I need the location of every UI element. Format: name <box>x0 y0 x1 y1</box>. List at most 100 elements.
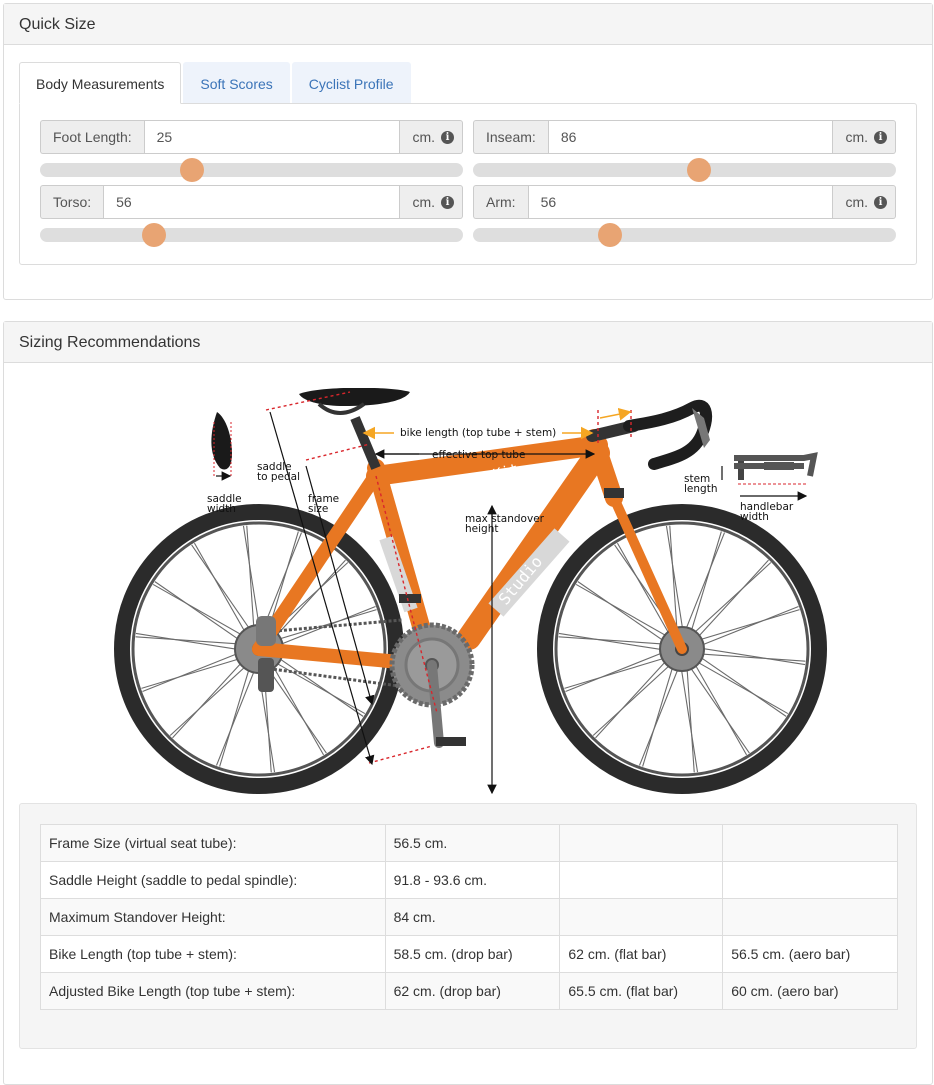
label-stem-length-line2: length <box>684 483 717 495</box>
info-icon[interactable]: i <box>441 130 454 144</box>
pedal <box>436 737 466 746</box>
table-row: Frame Size (virtual seat tube): 56.5 cm. <box>40 824 898 862</box>
foot-length-input-group: Foot Length: cm. i <box>40 120 463 154</box>
row-value: 62 cm. (flat bar) <box>559 935 724 973</box>
arm-input-group: Arm: cm. i <box>473 185 896 219</box>
wheel-spoke <box>687 656 789 715</box>
wheel-spoke <box>141 654 252 689</box>
row-value: 84 cm. <box>384 898 561 936</box>
row-label: Saddle Height (saddle to pedal spindle): <box>40 861 386 899</box>
saddle <box>299 388 410 406</box>
row-value: 56.5 cm. <box>384 824 561 862</box>
row-label: Frame Size (virtual seat tube): <box>40 824 386 862</box>
wheel-spoke <box>135 636 251 646</box>
foot-length-input[interactable] <box>143 120 401 154</box>
pedal <box>399 594 421 603</box>
row-value: 60 cm. (aero bar) <box>722 972 898 1010</box>
wheel-spoke <box>215 658 260 766</box>
arm-slider-thumb[interactable] <box>597 223 622 247</box>
sizing-heading: Sizing Recommendations <box>4 322 932 363</box>
wheel-spoke <box>685 657 695 773</box>
wheel-spoke <box>592 657 679 736</box>
row-label: Adjusted Bike Length (top tube + stem): <box>40 972 386 1010</box>
foot-length-slider[interactable] <box>40 158 463 182</box>
handlebar-inset <box>721 452 818 501</box>
wheel-spoke <box>690 652 806 662</box>
wheel-spoke <box>142 648 250 693</box>
inseam-slider-thumb[interactable] <box>687 158 712 182</box>
table-row: Maximum Standover Height: 84 cm. <box>40 898 898 936</box>
tab-body-measurements[interactable]: Body Measurements <box>19 62 182 104</box>
label-frame-size-line2: size <box>308 503 328 515</box>
label-effective-top-tube: effective top tube <box>432 449 525 461</box>
table-row: Bike Length (top tube + stem): 58.5 cm. … <box>40 935 898 973</box>
arm-input[interactable] <box>527 185 834 219</box>
wheel-spoke <box>691 605 799 650</box>
row-value <box>559 824 724 862</box>
foot-length-unit-text: cm. <box>412 129 435 145</box>
row-value <box>559 898 724 936</box>
arm-unit-text: cm. <box>845 194 868 210</box>
tab-soft-scores[interactable]: Soft Scores <box>183 62 290 104</box>
wheel-spoke <box>642 656 677 767</box>
inseam-input[interactable] <box>547 120 834 154</box>
torso-slider[interactable] <box>40 223 463 247</box>
foot-length-label: Foot Length: <box>40 120 144 154</box>
wheel-spoke <box>558 636 674 646</box>
inseam-slider[interactable] <box>473 158 896 182</box>
label-saddle-to-pedal-line2: to pedal <box>257 471 300 483</box>
wheel-spoke <box>689 654 748 756</box>
quick-size-heading: Quick Size <box>4 4 932 45</box>
label-bike-length: bike length (top tube + stem) <box>400 427 556 439</box>
row-value: 62 cm. (drop bar) <box>384 972 561 1010</box>
wheel-spoke <box>193 542 252 644</box>
tab-cyclist-profile[interactable]: Cyclist Profile <box>291 62 411 104</box>
quick-size-tabs: Body Measurements Soft Scores Cyclist Pr… <box>19 62 413 104</box>
wheel-spoke <box>172 652 251 739</box>
torso-slider-thumb[interactable] <box>142 223 167 247</box>
rear-cassette <box>256 616 276 646</box>
torso-unit: cm. i <box>400 185 463 219</box>
wheel-spoke <box>152 583 254 642</box>
sizing-recommendations-panel: Sizing Recommendations Studio Fit Kit sa… <box>3 321 933 1085</box>
body-measurements-pane: Foot Length: cm. i Inseam: cm. i <box>19 103 917 265</box>
row-value: 56.5 cm. (aero bar) <box>722 935 898 973</box>
wheel-spoke <box>679 658 699 773</box>
row-value <box>722 824 898 862</box>
sizing-summary-well: Frame Size (virtual seat tube): 56.5 cm.… <box>19 803 917 1049</box>
foot-length-field: Foot Length: cm. i <box>40 120 463 182</box>
row-value <box>722 898 898 936</box>
bike-sizing-diagram: Studio Fit Kit saddle width saddle to pe… <box>114 388 827 795</box>
foot-length-slider-thumb[interactable] <box>179 158 204 182</box>
info-icon[interactable]: i <box>441 195 454 209</box>
arm-slider[interactable] <box>473 223 896 247</box>
wheel-spoke <box>246 525 256 641</box>
saddle-width-inset <box>211 412 232 481</box>
quick-size-panel: Quick Size Body Measurements Soft Scores… <box>3 3 933 300</box>
wheel-spoke <box>595 652 674 739</box>
row-value: 91.8 - 93.6 cm. <box>384 861 561 899</box>
info-icon[interactable]: i <box>874 195 887 209</box>
torso-label: Torso: <box>40 185 104 219</box>
torso-input-group: Torso: cm. i <box>40 185 463 219</box>
row-value <box>559 861 724 899</box>
row-value: 58.5 cm. (drop bar) <box>384 935 561 973</box>
torso-unit-text: cm. <box>412 194 435 210</box>
wheel-spoke <box>135 632 250 652</box>
wheel-spoke <box>691 646 806 666</box>
wheel-spoke <box>685 562 772 641</box>
foot-length-unit: cm. i <box>400 120 463 154</box>
wheel-spoke <box>638 658 683 766</box>
crankset <box>389 594 475 748</box>
info-icon[interactable]: i <box>874 130 887 144</box>
wheel-spoke <box>169 657 256 736</box>
inseam-field: Inseam: cm. i <box>473 120 896 182</box>
wheel-spoke <box>264 656 366 715</box>
rear-derailleur <box>258 658 274 692</box>
wheel-spoke <box>689 609 800 644</box>
wheel-spoke <box>690 559 769 646</box>
torso-input[interactable] <box>103 185 401 219</box>
torso-field: Torso: cm. i <box>40 185 463 247</box>
wheel-spoke <box>681 532 726 640</box>
inseam-label: Inseam: <box>473 120 548 154</box>
